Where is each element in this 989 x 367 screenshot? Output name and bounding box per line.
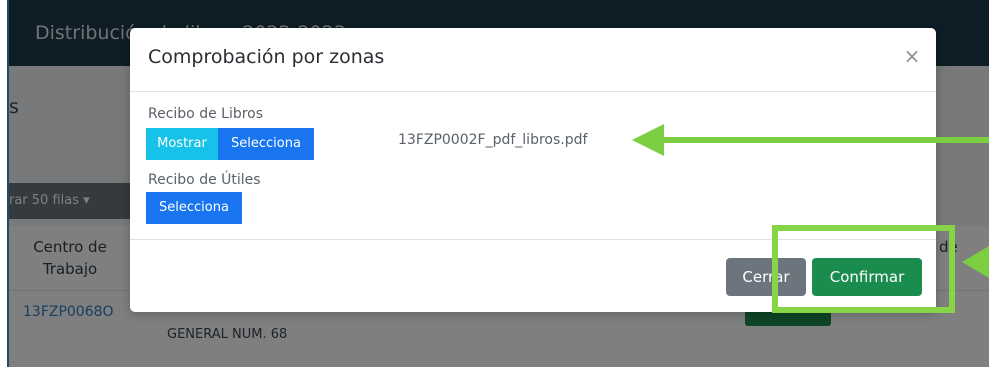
annotation-arrows — [632, 124, 989, 278]
annotation-arrow-confirm — [962, 246, 989, 278]
screenshot-frame: Distribución de libros 2022-2023 s rar 5… — [0, 0, 989, 367]
annotation-arrow-file — [632, 124, 989, 156]
